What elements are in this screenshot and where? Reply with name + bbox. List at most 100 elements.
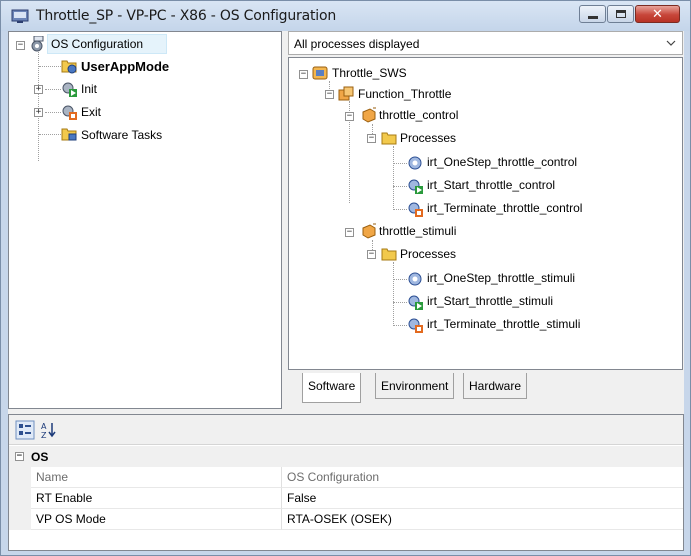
software-tasks-icon [61, 128, 77, 141]
property-grid-toolbar: A Z [9, 415, 683, 445]
process-pane: All processes displayed − Throttle_SWS − [288, 31, 683, 409]
folder-icon [381, 248, 397, 261]
category-label: OS [31, 450, 49, 464]
collapse-toggle[interactable]: − [15, 452, 24, 461]
os-config-tree[interactable]: − OS Configuration UserAppMode + Init + … [8, 31, 282, 409]
process-tree[interactable]: − Throttle_SWS − Function_Throttle − thr… [288, 57, 683, 370]
os-configuration-window: Throttle_SP - VP-PC - X86 - OS Configura… [0, 0, 691, 556]
categorized-view-icon[interactable] [15, 420, 35, 440]
tree-connector [39, 134, 61, 135]
collapse-toggle[interactable]: − [367, 134, 376, 143]
tree-item-os-configuration[interactable]: OS Configuration [47, 34, 167, 54]
tree-item-label: irt_OneStep_throttle_stimuli [427, 271, 576, 285]
property-grid: A Z − OS Name OS Configuration RT Enable… [8, 414, 684, 551]
tree-connector [393, 279, 407, 280]
tree-item-label: UserAppMode [81, 59, 170, 74]
svg-text:A: A [41, 422, 47, 431]
property-row-name[interactable]: Name OS Configuration [9, 467, 683, 488]
collapse-toggle[interactable]: − [345, 228, 354, 237]
app-icon [11, 9, 29, 23]
maximize-icon [616, 10, 626, 18]
property-row-rt-enable[interactable]: RT Enable False [9, 488, 683, 509]
exit-icon [62, 105, 77, 120]
terminate-process-icon [408, 318, 423, 333]
window-title: Throttle_SP - VP-PC - X86 - OS Configura… [36, 8, 336, 24]
tree-item-label: Processes [400, 131, 457, 145]
svg-text:Z: Z [41, 431, 47, 440]
property-value[interactable]: False [282, 488, 683, 509]
collapse-toggle[interactable]: − [16, 41, 25, 50]
tree-item-label: irt_Start_throttle_stimuli [427, 294, 554, 308]
tab-environment[interactable]: Environment [375, 373, 455, 399]
tree-item-label: Processes [400, 247, 457, 261]
task-group-icon [362, 107, 376, 123]
maximize-button[interactable] [607, 5, 634, 23]
tree-item-label: Function_Throttle [358, 87, 452, 101]
software-component-icon [312, 66, 328, 80]
tree-connector [393, 262, 394, 326]
tree-connector [393, 163, 407, 164]
property-name: RT Enable [31, 488, 282, 509]
start-process-icon [408, 179, 423, 194]
tree-item-label: irt_Start_throttle_control [427, 178, 556, 192]
close-icon: ✕ [652, 7, 663, 22]
tab-hardware[interactable]: Hardware [463, 373, 528, 399]
property-name: VP OS Mode [31, 509, 282, 530]
property-name: Name [31, 467, 282, 488]
property-row-vp-os-mode[interactable]: VP OS Mode RTA-OSEK (OSEK) [9, 509, 683, 530]
tree-item-label: irt_Terminate_throttle_control [427, 201, 583, 215]
tree-connector [45, 112, 61, 113]
tree-item-label: Init [81, 82, 98, 96]
tab-label: Environment [381, 379, 449, 393]
tree-item-label: Exit [81, 105, 102, 119]
property-value[interactable]: RTA-OSEK (OSEK) [282, 509, 683, 530]
collapse-toggle[interactable]: − [325, 90, 334, 99]
process-filter-value: All processes displayed [294, 37, 420, 51]
tree-connector [393, 146, 394, 210]
tree-item-label: irt_Terminate_throttle_stimuli [427, 317, 581, 331]
user-app-mode-icon [61, 60, 77, 74]
close-button[interactable]: ✕ [635, 5, 680, 23]
property-value: OS Configuration [282, 467, 683, 488]
title-bar[interactable]: Throttle_SP - VP-PC - X86 - OS Configura… [1, 1, 690, 31]
onestep-process-icon [408, 156, 422, 170]
tree-item-label: throttle_control [379, 108, 459, 122]
property-category-os[interactable]: − OS [9, 446, 683, 467]
tree-item-label: Throttle_SWS [332, 66, 407, 80]
tree-connector [393, 186, 407, 187]
row-gutter [9, 488, 31, 509]
tree-item-label: throttle_stimuli [379, 224, 457, 238]
tab-label: Hardware [469, 379, 522, 393]
chevron-down-icon [666, 40, 676, 46]
row-gutter [9, 467, 31, 488]
start-process-icon [408, 295, 423, 310]
onestep-process-icon [408, 272, 422, 286]
minimize-button[interactable] [579, 5, 606, 23]
collapse-toggle[interactable]: − [367, 250, 376, 259]
tree-connector [393, 209, 407, 210]
tree-connector [393, 325, 407, 326]
client-area: − OS Configuration UserAppMode + Init + … [8, 31, 684, 551]
task-group-icon [362, 223, 376, 239]
tree-connector [45, 89, 61, 90]
tree-item-label: Software Tasks [81, 128, 163, 142]
folder-icon [381, 132, 397, 145]
process-filter-dropdown[interactable]: All processes displayed [288, 31, 683, 55]
function-icon [338, 86, 354, 101]
expand-toggle[interactable]: + [34, 85, 43, 94]
tree-item-label: irt_OneStep_throttle_control [427, 155, 578, 169]
tab-software[interactable]: Software [302, 373, 362, 403]
terminate-process-icon [408, 202, 423, 217]
view-tabs: Software Environment Hardware [292, 373, 682, 403]
collapse-toggle[interactable]: − [299, 70, 308, 79]
tree-item-label: OS Configuration [51, 37, 144, 51]
os-gear-icon [31, 36, 44, 52]
init-icon [62, 82, 77, 97]
tree-connector [39, 66, 61, 67]
collapse-toggle[interactable]: − [345, 112, 354, 121]
expand-toggle[interactable]: + [34, 108, 43, 117]
alphabetical-sort-icon[interactable]: A Z [39, 420, 59, 440]
tab-label: Software [308, 379, 356, 393]
tree-connector [393, 302, 407, 303]
row-gutter [9, 509, 31, 530]
